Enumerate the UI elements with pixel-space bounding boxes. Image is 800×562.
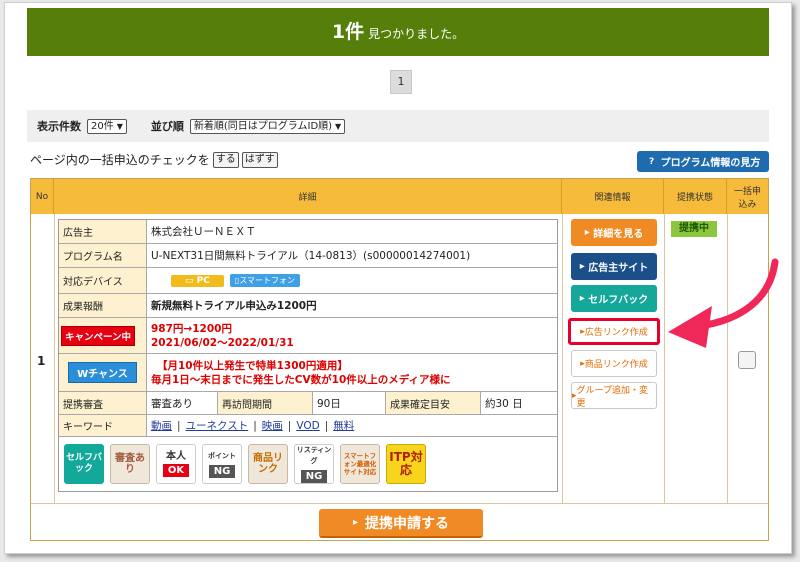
divider bbox=[727, 214, 728, 503]
keyword-link[interactable]: 無料 bbox=[333, 420, 354, 432]
program-detail-box: 広告主 株式会社ＵーＮＥＸＴ プログラム名 U-NEXT31日間無料トライアル（… bbox=[58, 219, 558, 492]
identity-ok-icon: 本人 OK bbox=[156, 444, 196, 484]
details-button[interactable]: ▸ 詳細を見る bbox=[571, 219, 657, 246]
question-icon: ? bbox=[649, 156, 655, 167]
campaign-row: キャンペーン中 987円→1200円 2021/06/02～2022/01/31 bbox=[59, 318, 557, 354]
review-value: 審査あり bbox=[151, 397, 193, 410]
apply-button[interactable]: ▸ 提携申請する bbox=[319, 509, 483, 538]
per-page-label: 表示件数 bbox=[37, 120, 81, 133]
uncheck-all-button[interactable]: はずす bbox=[241, 151, 278, 168]
device-row: 対応デバイス ▭ PC ▯スマートフォン bbox=[59, 268, 557, 294]
reward-label: 成果報酬 bbox=[59, 294, 147, 317]
reapply-label: 再訪問期間 bbox=[217, 392, 313, 414]
listing-ng-icon: リスティング NG bbox=[294, 444, 334, 484]
header-detail: 詳細 bbox=[54, 179, 562, 214]
wchance-badge: Wチャンス bbox=[68, 362, 137, 383]
device-pc-badge: ▭ PC bbox=[171, 274, 224, 287]
monitor-icon: ▭ bbox=[185, 275, 197, 286]
program-row: プログラム名 U-NEXT31日間無料トライアル（14-0813）(s00000… bbox=[59, 244, 557, 268]
review-icon: 審査あり bbox=[110, 444, 150, 484]
header-related: 関連情報 bbox=[562, 179, 664, 214]
filter-bar: 表示件数 20件 ▼ 並び順 新着順(同日はプログラムID順) ▼ bbox=[27, 110, 769, 142]
chevron-down-icon: ▼ bbox=[335, 121, 342, 131]
keyword-label: キーワード bbox=[59, 415, 147, 436]
howto-button[interactable]: ? プログラム情報の見方 bbox=[637, 151, 769, 172]
bulk-check-bar: ページ内の一括申込のチェックを する はずす bbox=[30, 151, 278, 168]
campaign-badge: キャンペーン中 bbox=[61, 325, 136, 346]
campaign-price: 987円→1200円 bbox=[151, 322, 232, 335]
advertiser-site-button[interactable]: ▸ 広告主サイト bbox=[571, 253, 657, 280]
page-number-button[interactable]: 1 bbox=[390, 70, 412, 94]
smartphone-optimized-icon: スマートフォン最適化サイト対応 bbox=[340, 444, 380, 484]
results-found-text: 見つかりました。 bbox=[368, 27, 465, 41]
header-status: 提携状態 bbox=[664, 179, 727, 214]
program-label: プログラム名 bbox=[59, 244, 147, 267]
review-label: 提携審査 bbox=[59, 392, 147, 414]
triangle-right-icon: ▸ bbox=[353, 517, 365, 528]
keyword-link[interactable]: ユーネクスト bbox=[186, 420, 249, 432]
bulk-apply-checkbox[interactable] bbox=[738, 351, 756, 369]
review-row: 提携審査 審査あり 再訪問期間 90日 成果確定目安 約30 日 bbox=[59, 392, 557, 415]
divider bbox=[54, 214, 55, 503]
sort-select[interactable]: 新着順(同日はプログラムID順) ▼ bbox=[189, 118, 346, 134]
results-count: 1件 bbox=[331, 21, 365, 43]
triangle-right-icon: ▸ bbox=[579, 293, 589, 304]
program-table: No 詳細 関連情報 提携状態 一括申込み 1 広告主 株式会社ＵーＮＥＸＴ プ… bbox=[30, 178, 769, 541]
triangle-right-icon: ▸ bbox=[579, 261, 589, 272]
keyword-link[interactable]: 映画 bbox=[262, 420, 283, 432]
group-button[interactable]: ▸ グループ追加・変更 bbox=[571, 382, 657, 409]
triangle-right-icon: ▸ bbox=[584, 227, 594, 238]
itp-icon: ITP対応 bbox=[386, 444, 426, 484]
check-all-button[interactable]: する bbox=[212, 151, 239, 168]
divider bbox=[562, 214, 563, 503]
per-page-select[interactable]: 20件 ▼ bbox=[87, 118, 127, 134]
device-smartphone-badge: ▯スマートフォン bbox=[229, 274, 301, 287]
product-link-button[interactable]: ▸ 商品リンク作成 bbox=[571, 350, 657, 377]
keyword-row: キーワード 動画 | ユーネクスト | 映画 | VOD | 無料 bbox=[59, 415, 557, 437]
confirm-label: 成果確定目安 bbox=[385, 392, 481, 414]
campaign-period: 2021/06/02～2022/01/31 bbox=[151, 336, 294, 349]
bulk-check-text: ページ内の一括申込のチェックを bbox=[30, 153, 210, 167]
divider bbox=[31, 503, 768, 504]
point-ng-icon: ポイント NG bbox=[202, 444, 242, 484]
chevron-down-icon: ▼ bbox=[116, 121, 123, 131]
device-label: 対応デバイス bbox=[59, 268, 147, 293]
campaign-label-cell: キャンペーン中 bbox=[59, 318, 147, 353]
advertiser-row: 広告主 株式会社ＵーＮＥＸＴ bbox=[59, 220, 557, 244]
advertiser-label: 広告主 bbox=[59, 220, 147, 243]
reward-value: 新規無料トライアル申込み1200円 bbox=[151, 300, 317, 312]
divider bbox=[664, 214, 665, 503]
keyword-link[interactable]: 動画 bbox=[151, 420, 172, 432]
reward-row: 成果報酬 新規無料トライアル申込み1200円 bbox=[59, 294, 557, 318]
wchance-line2: 毎月1日～末日までに発生したCV数が10件以上のメディア様に bbox=[151, 373, 451, 386]
ad-link-button[interactable]: ▸ 広告リンク作成 bbox=[568, 318, 660, 345]
wchance-row: Wチャンス 【月10件以上発生で特単1300円適用】 毎月1日～末日までに発生し… bbox=[59, 354, 557, 392]
wchance-value: 【月10件以上発生で特単1300円適用】 毎月1日～末日までに発生したCV数が1… bbox=[147, 359, 451, 387]
advertiser-value: 株式会社ＵーＮＥＸＴ bbox=[151, 226, 256, 238]
header-bulk: 一括申込み bbox=[727, 179, 768, 214]
selfback-button[interactable]: ▸ セルフバック bbox=[571, 285, 657, 312]
wchance-label-cell: Wチャンス bbox=[59, 354, 147, 391]
selfback-icon: セルフバック bbox=[64, 444, 104, 484]
sort-label: 並び順 bbox=[150, 120, 184, 133]
wchance-line1: 【月10件以上発生で特単1300円適用】 bbox=[157, 359, 348, 372]
status-badge: 提携中 bbox=[671, 221, 717, 237]
keyword-list: 動画 | ユーネクスト | 映画 | VOD | 無料 bbox=[151, 420, 355, 432]
confirm-value: 約30 日 bbox=[485, 397, 523, 410]
program-value: U-NEXT31日間無料トライアル（14-0813）(s000000142740… bbox=[151, 250, 471, 262]
product-link-icon: 商品リンク bbox=[248, 444, 288, 484]
results-banner: 1件 見つかりました。 bbox=[27, 8, 769, 56]
reapply-value: 90日 bbox=[317, 397, 341, 410]
header-no: No bbox=[31, 179, 54, 214]
keyword-link[interactable]: VOD bbox=[296, 420, 319, 432]
row-number: 1 bbox=[37, 354, 46, 368]
campaign-value: 987円→1200円 2021/06/02～2022/01/31 bbox=[147, 322, 294, 350]
